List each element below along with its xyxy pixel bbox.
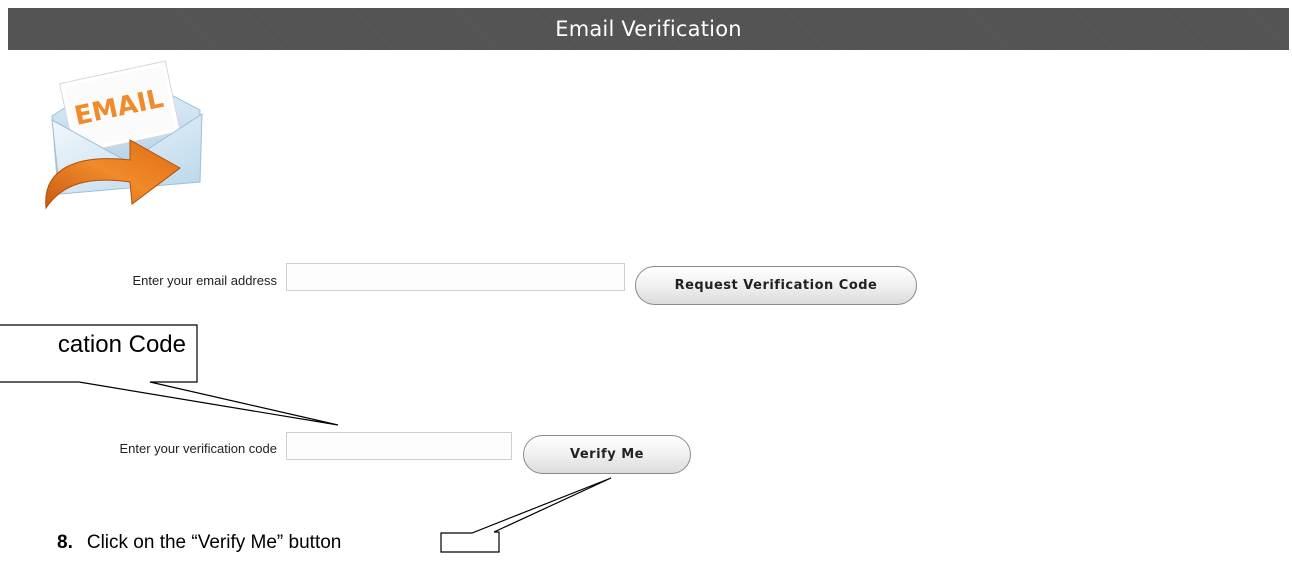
verify-me-button[interactable]: Verify Me [523,435,691,474]
email-input[interactable] [286,263,625,291]
request-verification-code-button[interactable]: Request Verification Code [635,266,917,305]
email-envelope-arrow-icon: EMAIL [45,60,203,210]
email-label: Enter your email address [132,273,277,288]
header-bar: Email Verification [8,8,1289,50]
instruction-step: 8. Click on the “Verify Me” button [57,532,341,554]
instruction-number: 8. [57,532,73,553]
callout-text: cation Code [57,331,186,358]
verification-code-input[interactable] [286,432,512,460]
callout-verify-button [440,477,612,553]
instruction-text: Click on the “Verify Me” button [86,532,342,553]
page-title: Email Verification [555,17,742,41]
verification-code-label: Enter your verification code [119,441,277,456]
